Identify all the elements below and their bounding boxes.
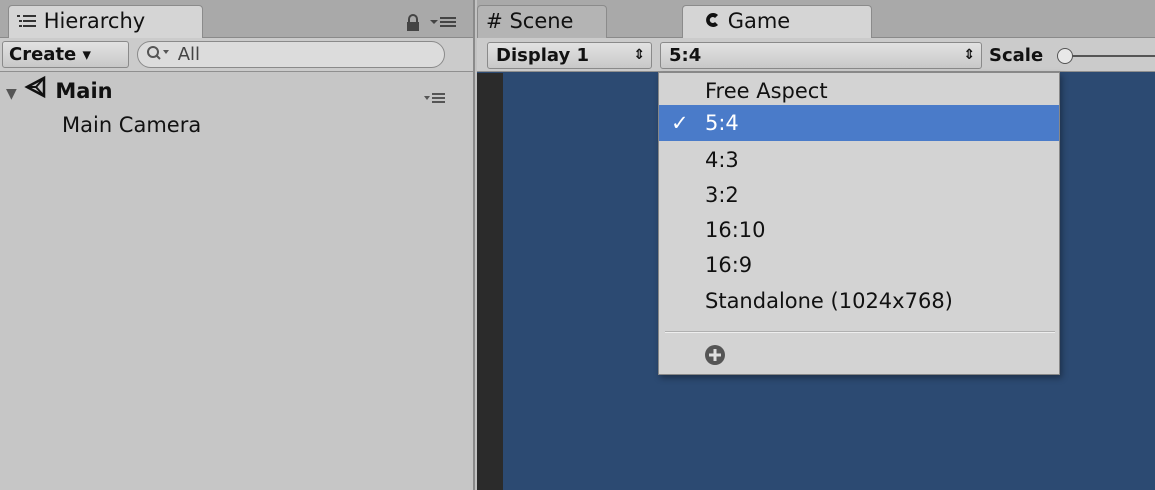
- expand-arrow-icon[interactable]: ▼: [6, 86, 17, 102]
- menu-item-label: 16:9: [705, 253, 753, 277]
- hierarchy-toolbar: Create ▼ All: [0, 38, 473, 72]
- menu-item-label: 4:3: [705, 148, 739, 172]
- create-button-label: Create: [9, 44, 77, 65]
- menu-item-16-9[interactable]: 16:9: [659, 247, 1059, 283]
- tab-hierarchy-label: Hierarchy: [43, 9, 146, 33]
- hierarchy-panel: Hierarchy Create ▼ All ▼ Main Main Camer…: [0, 0, 475, 490]
- tab-scene[interactable]: # Scene: [477, 5, 607, 38]
- menu-item-5-4[interactable]: ✓ 5:4: [659, 105, 1059, 141]
- aspect-select[interactable]: 5:4 ⇕: [660, 42, 982, 69]
- scene-name: Main: [55, 79, 113, 103]
- hierarchy-item-main-camera[interactable]: Main Camera: [0, 108, 473, 142]
- scale-slider-track: [1063, 55, 1155, 57]
- display-select-label: Display 1: [496, 45, 589, 66]
- menu-item-16-10[interactable]: 16:10: [659, 212, 1059, 248]
- select-arrows-icon: ⇕: [963, 47, 975, 63]
- menu-item-4-3[interactable]: 4:3: [659, 142, 1059, 178]
- menu-item-label: 16:10: [705, 218, 766, 242]
- menu-item-label: 3:2: [705, 183, 739, 207]
- scene-row[interactable]: ▼ Main: [0, 74, 473, 108]
- game-view-edge: [477, 73, 503, 490]
- menu-item-free-aspect[interactable]: Free Aspect: [659, 73, 1059, 109]
- aspect-select-label: 5:4: [669, 45, 702, 66]
- menu-item-3-2[interactable]: 3:2: [659, 177, 1059, 213]
- tab-hierarchy[interactable]: Hierarchy: [8, 5, 203, 38]
- tab-game-label: Game: [727, 9, 791, 33]
- list-icon: [17, 7, 37, 38]
- search-icon: [146, 43, 172, 68]
- game-tabbar: # Scene Game: [477, 0, 1155, 38]
- dropdown-arrow-icon: ▼: [82, 48, 92, 62]
- hierarchy-tabbar: Hierarchy: [0, 0, 473, 38]
- scale-slider[interactable]: [1057, 47, 1155, 65]
- plus-circle-icon[interactable]: [703, 343, 727, 367]
- create-button[interactable]: Create ▼: [2, 41, 129, 68]
- scale-label: Scale: [989, 45, 1044, 66]
- search-text: All: [177, 44, 201, 65]
- select-arrows-icon: ⇕: [633, 47, 645, 63]
- menu-item-label: Free Aspect: [705, 79, 828, 103]
- hierarchy-item-label: Main Camera: [62, 113, 202, 137]
- game-toolbar: Display 1 ⇕ 5:4 ⇕ Scale: [477, 38, 1155, 72]
- menu-item-standalone[interactable]: Standalone (1024x768): [659, 283, 1059, 319]
- display-select[interactable]: Display 1 ⇕: [487, 42, 652, 69]
- tab-game[interactable]: Game: [682, 5, 872, 38]
- menu-separator: [665, 331, 1055, 333]
- game-icon: [705, 7, 721, 38]
- unity-scene-icon: [24, 75, 48, 109]
- hash-icon: #: [486, 9, 503, 33]
- search-input[interactable]: All: [137, 41, 445, 68]
- checkmark-icon: ✓: [671, 111, 689, 135]
- tab-scene-label: Scene: [509, 9, 574, 33]
- panel-menu-icon[interactable]: [428, 14, 458, 34]
- scale-slider-thumb[interactable]: [1057, 48, 1073, 64]
- menu-item-label: 5:4: [705, 111, 739, 135]
- aspect-dropdown-menu: Free Aspect ✓ 5:4 4:3 3:2 16:10 16:9 Sta…: [658, 72, 1060, 375]
- lock-icon[interactable]: [405, 14, 421, 36]
- menu-item-label: Standalone (1024x768): [705, 289, 953, 313]
